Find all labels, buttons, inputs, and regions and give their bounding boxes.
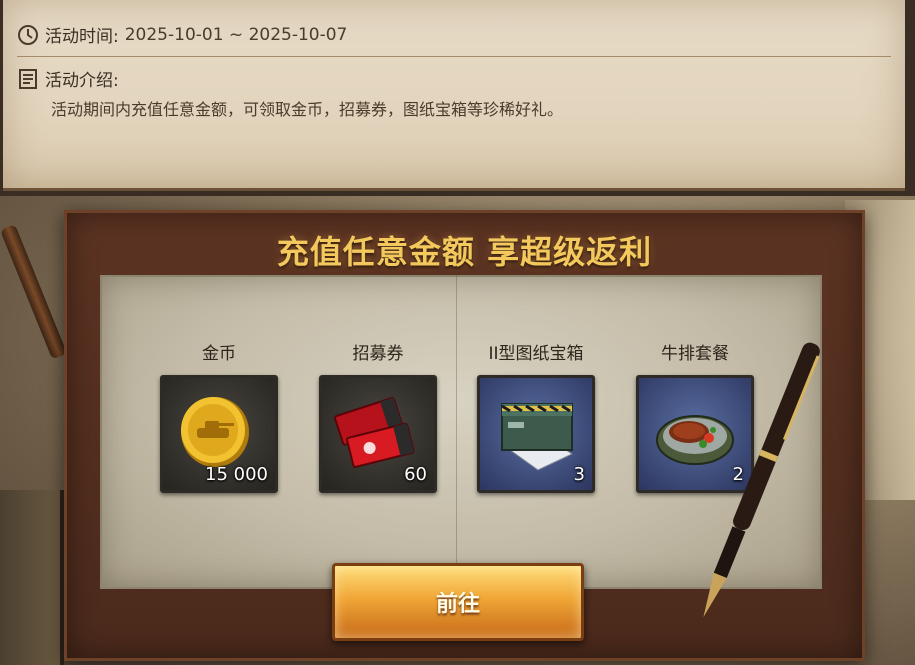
reward-quantity: 60	[404, 464, 427, 485]
reward-name: 金币	[202, 344, 236, 364]
event-info-panel: 活动时间: 2025-10-01 ~ 2025-10-07 活动介绍: 活动期间…	[3, 0, 905, 191]
reward-quantity: 15 000	[205, 464, 268, 485]
event-intro-text: 活动期间内充值任意金额，可领取金币，招募券，图纸宝箱等珍稀好礼。	[51, 100, 564, 119]
clock-icon	[18, 24, 38, 45]
promo-frame: 充值任意金额 享超级返利 金币 15 000 招募券 60 II型图纸宝箱 3 …	[64, 210, 865, 661]
reward-slot[interactable]: 60	[319, 375, 437, 493]
divider	[17, 56, 891, 57]
reward-item[interactable]: 牛排套餐 2	[636, 343, 754, 493]
reward-quantity: 3	[573, 464, 585, 485]
event-time-row: 活动时间: 2025-10-01 ~ 2025-10-07	[17, 22, 347, 47]
event-time-value: 2025-10-01 ~ 2025-10-07	[124, 24, 348, 45]
reward-slot[interactable]: 15 000	[160, 375, 278, 493]
reward-name: 招募券	[352, 344, 404, 364]
book-decoration	[0, 490, 64, 665]
reward-name: II型图纸宝箱	[488, 344, 584, 364]
document-icon	[19, 68, 37, 89]
reward-item[interactable]: II型图纸宝箱 3	[477, 343, 595, 493]
reward-item[interactable]: 金币 15 000	[160, 343, 278, 493]
reward-name: 牛排套餐	[661, 344, 729, 364]
reward-slot[interactable]: 3	[477, 375, 595, 493]
event-intro-row: 活动介绍:	[17, 66, 119, 91]
event-time-label: 活动时间:	[45, 27, 119, 47]
paper-fold-line	[456, 275, 457, 585]
reward-item[interactable]: 招募券 60	[319, 343, 437, 493]
reward-slot[interactable]: 2	[636, 375, 754, 493]
event-intro-label: 活动介绍:	[45, 71, 119, 91]
promo-headline: 充值任意金额 享超级返利	[276, 233, 653, 271]
go-button[interactable]: 前往	[332, 563, 584, 641]
